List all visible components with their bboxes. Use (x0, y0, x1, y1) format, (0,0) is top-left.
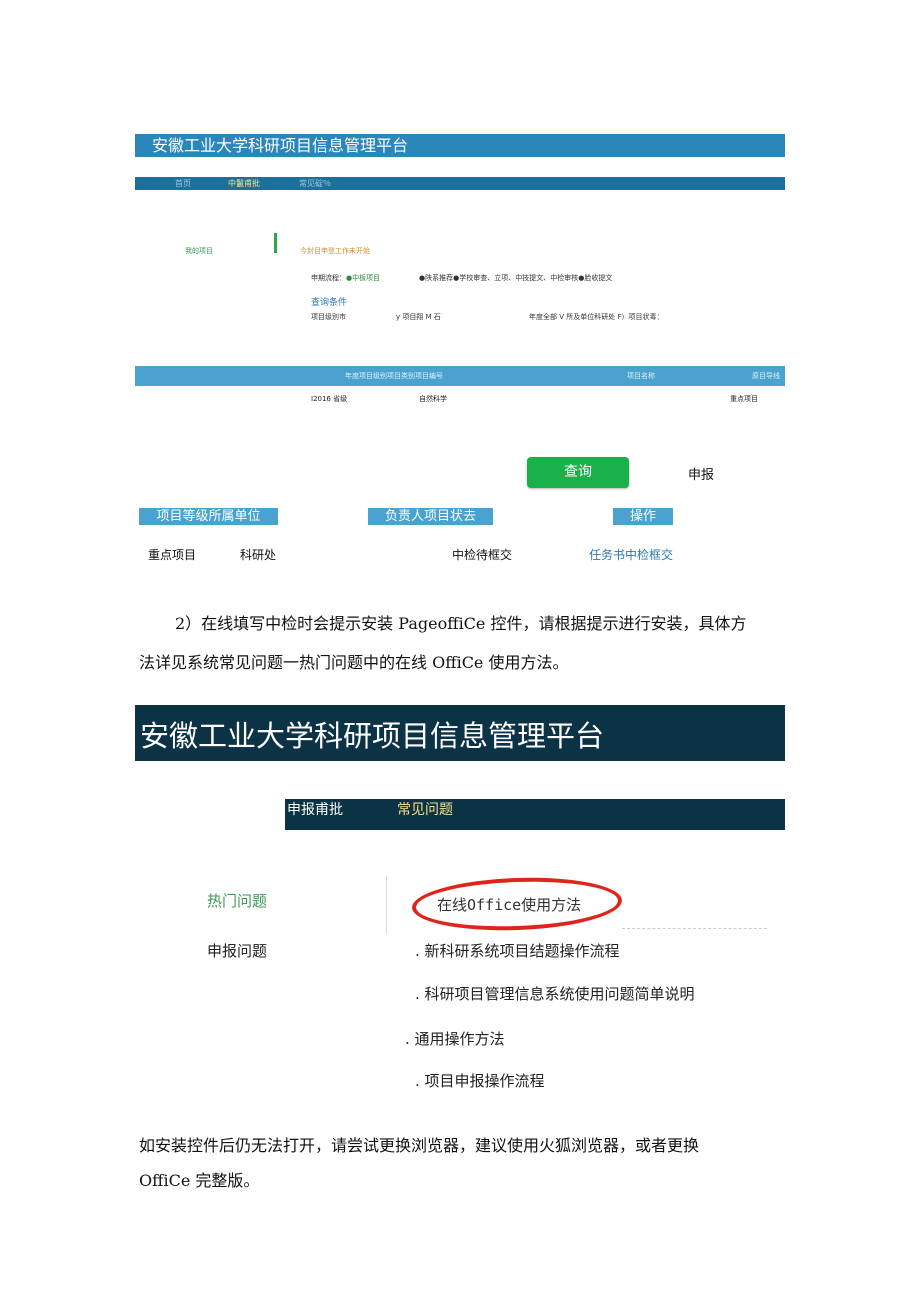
nav-declare-review[interactable]: 申报甫批 (287, 799, 343, 822)
nav-review[interactable]: 中鬣甫批 (228, 177, 260, 190)
result-unit: 科研处 (240, 548, 277, 562)
query-button[interactable]: 查询 (527, 457, 629, 488)
office-method-highlight[interactable]: 在线Office使用方法 (386, 874, 769, 934)
office-method-link[interactable]: 在线Office使用方法 (437, 894, 581, 915)
fallback-line-2: OffiCe 完整版。 (139, 1171, 260, 1190)
faq-item-2[interactable]: . 科研项目管理信息系统使用问题简单说明 (415, 983, 695, 1004)
nav-home[interactable]: 首页 (175, 177, 191, 190)
notice-text: 今封目申登工作未开始 (300, 247, 370, 255)
filter-level[interactable]: 项目级別市 (311, 312, 346, 322)
row-key-project: 重点项目 (730, 395, 758, 403)
filter-type[interactable]: y 项目翔 M 石 (396, 312, 441, 322)
result-key: 重点项目 (148, 548, 197, 562)
instruction-line-1: 2）在线填写中检时会提示安装 PageoffiCe 控件，请根据提示进行安装，具… (175, 614, 747, 633)
platform-title-dark: 安徽工业大学科研项目信息管理平台 (135, 705, 785, 761)
faq-item-3[interactable]: . 通用操作方法 (405, 1028, 505, 1049)
declare-link[interactable]: 申报 (688, 464, 714, 483)
divider (274, 233, 277, 253)
hot-questions-tab[interactable]: 热门问题 (207, 890, 267, 911)
filter-year-unit-status[interactable]: 年度全部 V 所及单位科研处 F）项目状毒： (529, 312, 664, 322)
table-header: 年度项目级别项目类别项目编号 项目名称 原目导线 (135, 366, 785, 386)
declare-questions-tab[interactable]: 申报问题 (207, 940, 267, 961)
nav-faq[interactable]: 常见碇％ (299, 177, 331, 190)
dark-nav: 申报甫批 常见问题 (285, 799, 785, 830)
result-action-link[interactable]: 任务书中检框交 (589, 546, 673, 563)
col-header-main: 年度项目级别项目类别项目编号 (345, 372, 443, 380)
platform-title-bar: 安徽工业大学科研项目信息管理平台 (135, 134, 785, 157)
faq-item-1[interactable]: . 新科研系统项目结题操作流程 (415, 940, 620, 961)
label-action: 操作 (613, 508, 673, 525)
flow-steps: ●陕系推荐●学校审查、立项、中技提文、中检审核●脸收提文 (419, 274, 613, 282)
faq-item-4[interactable]: . 项目申报操作流程 (415, 1070, 545, 1091)
col-header-guide: 原目导线 (752, 372, 780, 380)
row-category: 自然科学 (419, 395, 447, 403)
flow-label: 申期流程：●中板项目 (311, 274, 381, 282)
fallback-line-1: 如安装控件后仍无法打开，请尝试更换浏览器，建议使用火狐浏览器，或者更换 (139, 1136, 700, 1155)
sidebar-my-projects[interactable]: 我的项目 (185, 246, 213, 256)
row-year-level: I2016 省级 (311, 395, 348, 403)
label-level-unit: 项目等级所属单位 (139, 508, 278, 525)
instruction-line-2: 法详见系统常见问题一热门问题中的在线 OffiCe 使用方法。 (139, 653, 569, 672)
nav-faq-dark[interactable]: 常见问题 (397, 799, 453, 822)
result-status: 中检待框交 (452, 548, 513, 562)
col-header-name: 项目名称 (627, 372, 655, 380)
dashed-divider (622, 928, 767, 929)
label-owner-status: 负责人项目状去 (368, 508, 493, 525)
top-nav: 首页 中鬣甫批 常见碇％ (135, 177, 785, 190)
query-conditions-label: 查询条件 (311, 298, 348, 308)
